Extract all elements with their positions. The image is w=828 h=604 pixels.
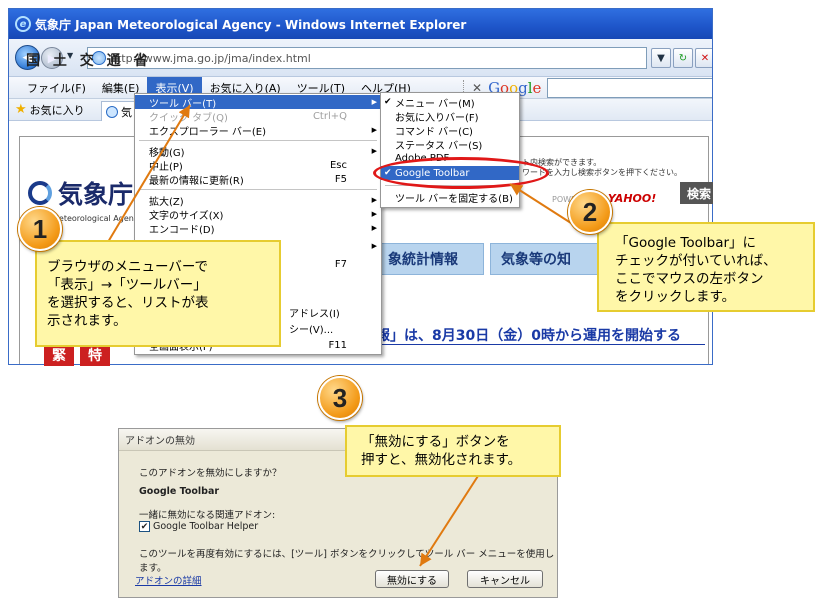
arrow-callout-3 <box>419 475 479 567</box>
arrow-callout-1 <box>107 104 191 243</box>
step-1-badge: 1 <box>18 207 62 251</box>
step-2-badge: 2 <box>568 190 612 234</box>
step-3-badge: 3 <box>318 376 362 420</box>
callout-3: 「無効にする」ボタンを 押すと、無効化されます。 <box>345 425 561 477</box>
callout-1: ブラウザのメニューバーで 「表示」→「ツールバー」 を選択すると、リストが表 示… <box>35 240 281 347</box>
callout-2: 「Google Toolbar」に チェックが付いていれば、 ここでマウスの左ボ… <box>597 222 815 312</box>
